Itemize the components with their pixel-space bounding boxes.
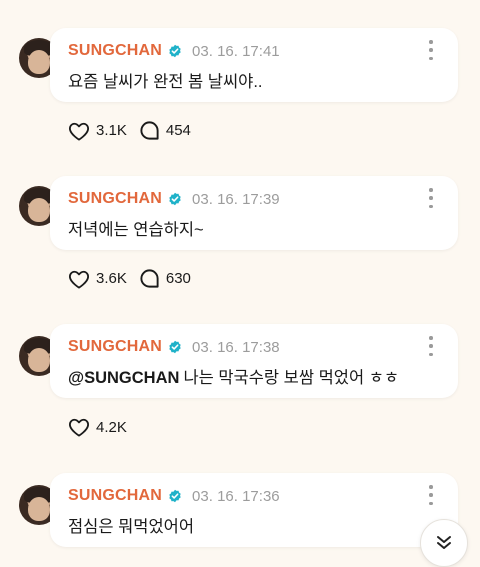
message-bubble[interactable]: SUNGCHAN 03. 16. 17:36 점심은 뭐먹었어어 [50, 473, 458, 547]
message-text: 저녁에는 연습하지~ [68, 216, 204, 240]
message-body: 저녁에는 연습하지~ [68, 221, 204, 239]
message-text: 점심은 뭐먹었어어 [68, 513, 194, 537]
like-count: 3.1K [96, 122, 127, 139]
more-options-icon[interactable] [428, 40, 434, 60]
comment-bubble-icon [140, 269, 159, 288]
message-text: @SUNGCHAN 나는 막국수랑 보쌈 먹었어 ㅎㅎ [68, 364, 399, 388]
timestamp: 03. 16. 17:36 [192, 487, 280, 505]
timestamp: 03. 16. 17:39 [192, 190, 280, 208]
timestamp: 03. 16. 17:41 [192, 42, 280, 60]
message-bubble[interactable]: SUNGCHAN 03. 16. 17:41 요즘 날씨가 완전 봄 날씨야.. [50, 28, 458, 102]
message-body: 나는 막국수랑 보쌈 먹었어 ㅎㅎ [183, 369, 400, 387]
more-options-icon[interactable] [428, 188, 434, 208]
heart-icon [69, 418, 89, 437]
comment-button[interactable]: 454 [139, 120, 191, 141]
scroll-to-bottom-button[interactable] [420, 519, 468, 567]
verified-badge-icon [169, 340, 181, 354]
user-mention[interactable]: @SUNGCHAN [68, 369, 179, 387]
double-chevron-down-icon [437, 536, 451, 549]
post-stats: 4.2K [68, 417, 139, 437]
message-text: 요즘 날씨가 완전 봄 날씨야.. [68, 68, 263, 92]
like-count: 3.6K [96, 270, 127, 287]
heart-icon [69, 122, 89, 141]
verified-badge-icon [169, 44, 181, 58]
like-button[interactable]: 4.2K [68, 417, 127, 437]
author-name: SUNGCHAN [68, 190, 163, 207]
comment-bubble-icon [140, 121, 159, 140]
heart-icon [69, 270, 89, 289]
like-count: 4.2K [96, 418, 127, 436]
message-body: 점심은 뭐먹었어어 [68, 518, 195, 536]
verified-badge-icon [169, 192, 181, 206]
author-name: SUNGCHAN [68, 487, 163, 504]
verified-badge-icon [169, 489, 181, 503]
message-body: 요즘 날씨가 완전 봄 날씨야.. [68, 73, 263, 91]
post-stats: 3.1K 454 [68, 120, 203, 141]
message-bubble[interactable]: SUNGCHAN 03. 16. 17:38 @SUNGCHAN 나는 막국수랑 … [50, 324, 458, 398]
post-stats: 3.6K 630 [68, 268, 203, 289]
more-options-icon[interactable] [428, 485, 434, 505]
more-options-icon[interactable] [428, 336, 434, 356]
comment-button[interactable]: 630 [139, 268, 191, 289]
timestamp: 03. 16. 17:38 [192, 338, 280, 356]
comment-count: 630 [165, 270, 191, 287]
message-bubble[interactable]: SUNGCHAN 03. 16. 17:39 저녁에는 연습하지~ [50, 176, 458, 250]
like-button[interactable]: 3.1K [68, 121, 127, 141]
author-name: SUNGCHAN [68, 338, 163, 355]
author-name: SUNGCHAN [68, 42, 163, 59]
like-button[interactable]: 3.6K [68, 269, 127, 289]
comment-count: 454 [165, 122, 191, 139]
